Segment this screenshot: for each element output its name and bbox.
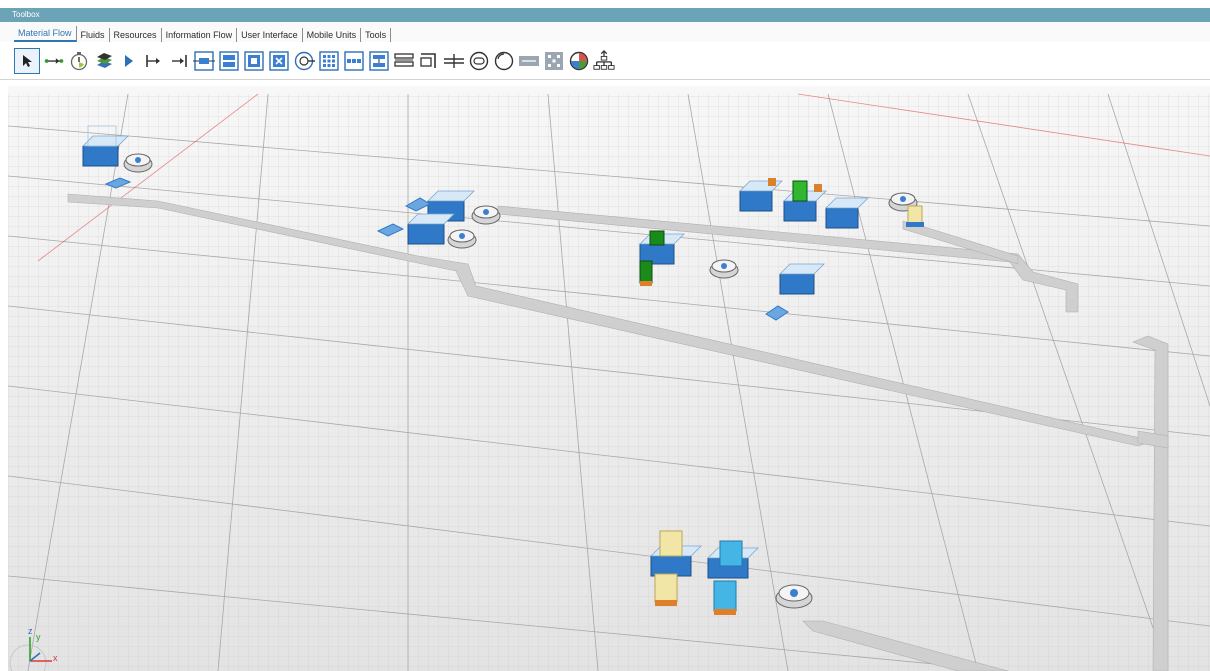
disassembly-icon[interactable] (268, 50, 290, 72)
axis-label-y: y (36, 632, 41, 642)
toolbox-tabbar: Material Flow Fluids Resources Informati… (0, 22, 1210, 42)
track-icon[interactable] (443, 50, 465, 72)
tab-mobile-units[interactable]: Mobile Units (303, 28, 362, 42)
toolbox-title: Toolbox (0, 8, 1210, 22)
angular-converter-icon[interactable] (418, 50, 440, 72)
tab-material-flow[interactable]: Material Flow (14, 26, 77, 42)
tab-user-interface[interactable]: User Interface (237, 28, 303, 42)
store-icon[interactable] (543, 50, 565, 72)
floor-grid (8, 93, 1210, 671)
assembly-icon[interactable] (243, 50, 265, 72)
line-icon[interactable] (393, 50, 415, 72)
pointer-icon[interactable] (14, 47, 40, 74)
event-controller-icon[interactable] (68, 50, 90, 72)
cycle-icon[interactable] (568, 50, 590, 72)
toolbox-icon-bar (0, 42, 1210, 80)
worker-pool-icon[interactable] (593, 49, 615, 72)
axis-label-z: z (28, 626, 33, 636)
drain-center[interactable] (709, 259, 739, 279)
drain-icon[interactable] (493, 50, 515, 72)
single-proc-icon[interactable] (193, 50, 215, 72)
3d-viewport[interactable]: z y x (8, 86, 1210, 671)
connector-icon[interactable] (43, 50, 65, 72)
tab-fluids[interactable]: Fluids (77, 28, 110, 42)
window-top-strip (0, 0, 1210, 8)
axis-label-x: x (53, 653, 58, 663)
plant-layout-3d (8, 86, 1210, 671)
frame-icon[interactable] (93, 50, 115, 72)
parallel-proc-icon[interactable] (218, 50, 240, 72)
placebuffer-icon[interactable] (343, 50, 365, 72)
tab-tools[interactable]: Tools (361, 28, 392, 42)
tab-resources[interactable]: Resources (110, 28, 162, 42)
source-icon[interactable] (118, 50, 140, 72)
shift-calendar-icon[interactable] (293, 50, 315, 72)
entrance-icon[interactable] (143, 50, 165, 72)
flow-control-icon[interactable] (518, 50, 540, 72)
tab-information-flow[interactable]: Information Flow (162, 28, 238, 42)
sorter-icon[interactable] (368, 50, 390, 72)
turntable-icon[interactable] (468, 50, 490, 72)
buffer-icon[interactable] (318, 50, 340, 72)
drain-top-left[interactable] (123, 153, 153, 173)
drain-bottom[interactable] (775, 584, 813, 609)
exit-icon[interactable] (168, 50, 190, 72)
axis-triad (9, 637, 52, 671)
